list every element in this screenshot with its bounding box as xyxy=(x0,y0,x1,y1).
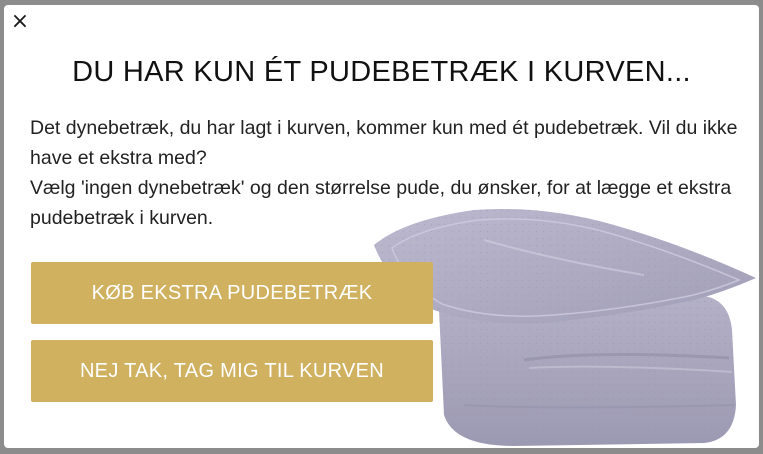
no-thanks-go-to-cart-button[interactable]: NEJ TAK, TAG MIG TIL KURVEN xyxy=(31,340,433,402)
modal-title: DU HAR KUN ÉT PUDEBETRÆK I KURVEN... xyxy=(72,56,691,88)
upsell-modal: × DU HAR KUN ÉT PUDEBETRÆK I KURVEN... D… xyxy=(4,5,759,448)
modal-description: Det dynebetræk, du har lagt i kurven, ko… xyxy=(30,113,745,233)
bedding-product-image xyxy=(374,209,756,446)
description-paragraph-1: Det dynebetræk, du har lagt i kurven, ko… xyxy=(30,117,738,169)
buy-extra-pillowcase-button[interactable]: KØB EKSTRA PUDEBETRÆK xyxy=(31,262,433,324)
close-icon[interactable]: × xyxy=(10,11,30,33)
description-paragraph-2: Vælg 'ingen dynebetræk' og den størrelse… xyxy=(30,177,732,229)
